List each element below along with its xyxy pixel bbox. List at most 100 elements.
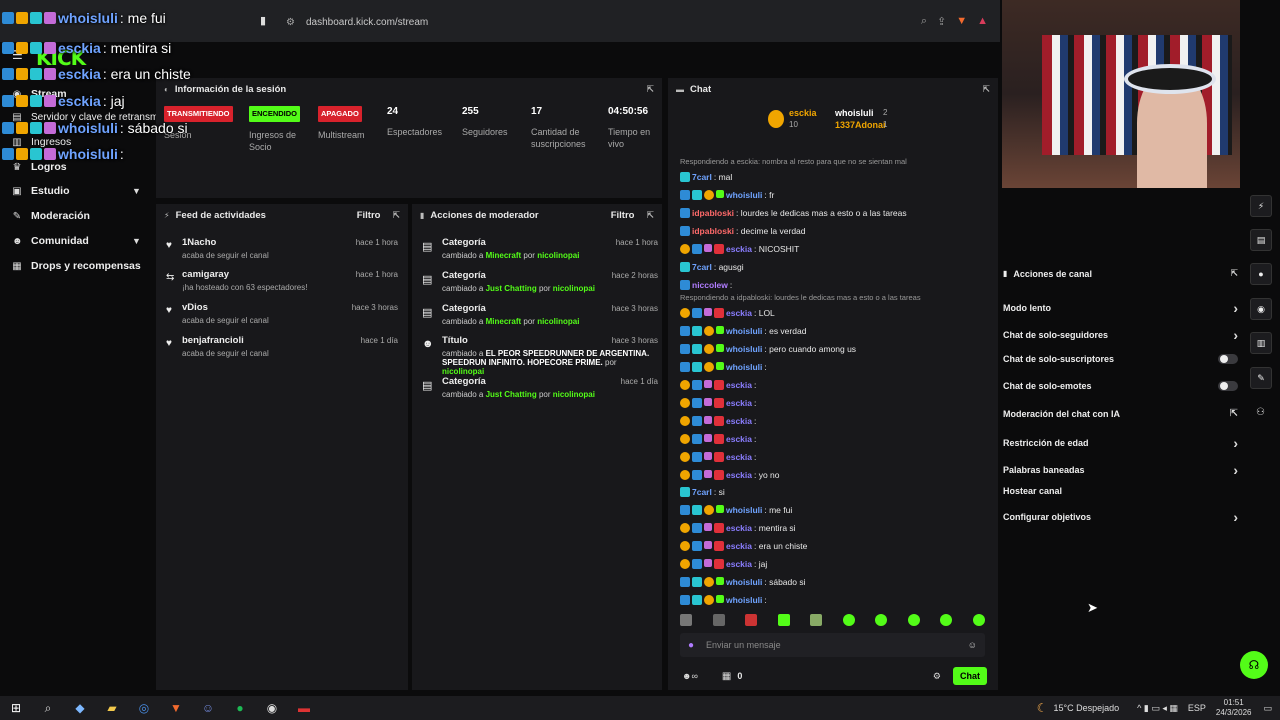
bookmark-icon[interactable]: ▮ [260,14,266,27]
chat-username[interactable]: whoisluli [726,595,762,605]
popout-icon[interactable]: ⇱ [392,210,400,221]
users-icon[interactable]: ☻∞ [682,671,698,681]
broadcast-icon[interactable]: ◉ [1250,298,1272,320]
chat-username[interactable]: idpabloski [692,226,734,236]
top-chatter-name[interactable]: whoisluli [835,108,874,118]
chat-username[interactable]: esckia [726,380,752,390]
chat-username[interactable]: 7carl [692,262,712,272]
document-icon[interactable]: ▤ [1250,229,1272,251]
sidebar-item-studio[interactable]: ▣ Estudio [12,185,69,197]
obs-icon[interactable]: ◉ [256,701,288,715]
channel-action-item[interactable]: Chat de solo-seguidores › [1003,327,1238,343]
address-bar[interactable]: ⚙ dashboard.kick.com/stream [278,10,998,34]
chat-username[interactable]: whoisluli [726,326,762,336]
emote-icon[interactable] [745,614,758,626]
sidebar-item-moderation[interactable]: ✎ Moderación [12,210,90,222]
sidebar-item-drops[interactable]: ▦ Drops y recompensas [12,260,140,272]
chat-username[interactable]: esckia [726,541,752,551]
lightning-icon[interactable]: ⚡ [1250,195,1272,217]
chevron-down-icon[interactable]: ▼ [132,186,141,196]
wrench-icon[interactable]: ✎ [1250,367,1272,389]
windows-start-icon[interactable]: ⊞ [0,701,32,715]
site-info-icon[interactable]: ⚙ [286,17,295,28]
users-icon[interactable]: ⚇ [1256,407,1265,418]
help-button[interactable]: ☊ [1240,651,1268,679]
discord-icon[interactable]: ☺ [192,701,224,715]
server-icon[interactable]: ▥ [1250,332,1272,354]
chrome-icon[interactable]: ◎ [128,701,160,715]
emote-icon[interactable] [875,614,888,626]
emote-icon[interactable] [842,614,855,626]
tray-icons[interactable]: ^ ▮ ▭ ◂ ▦ [1137,703,1178,714]
chat-username[interactable]: niccolew [692,280,728,290]
popout-icon[interactable]: ⇱ [1230,268,1238,279]
chat-username[interactable]: esckia [726,523,752,533]
chat-username[interactable]: whoisluli [726,577,762,587]
send-chat-button[interactable]: Chat [953,667,987,685]
host-icon: ⇆ [166,272,175,283]
popout-icon[interactable]: ⇱ [646,210,654,221]
chat-username[interactable]: 7carl [692,172,712,182]
emote-icon[interactable] [680,614,692,626]
notifications-icon[interactable]: ▭ [1263,703,1272,714]
chat-username[interactable]: esckia [726,244,752,254]
chat-username[interactable]: whoisluli [726,362,762,372]
top-chatter-name[interactable]: 1337Adonai [835,120,886,130]
settings-icon[interactable]: ⚙ [933,671,941,682]
mod-filter-button[interactable]: Filtro [611,210,635,221]
chevron-down-icon[interactable]: ▼ [132,236,141,246]
emote-icon[interactable] [712,614,725,626]
sidebar-item-community[interactable]: ☻ Comunidad [12,235,89,247]
copilot-icon[interactable]: ◆ [64,701,96,715]
chat-username[interactable]: esckia [726,308,752,318]
emote-icon[interactable] [810,614,823,626]
brave-shield-icon[interactable]: ▼ [956,15,967,28]
channel-action-item[interactable]: Chat de solo-suscriptores [1003,354,1238,364]
popout-icon[interactable]: ⇱ [646,84,654,95]
toggle-switch[interactable] [1218,381,1238,391]
channel-action-item[interactable]: Modo lento › [1003,300,1238,316]
channel-action-item[interactable]: Restricción de edad › [1003,435,1238,451]
popout-icon[interactable]: ⇱ [982,84,990,95]
chat-bubble-icon[interactable]: ● [1250,263,1272,285]
channel-action-item[interactable]: Configurar objetivos › [1003,509,1238,525]
search-icon[interactable]: ⌕ [32,701,64,716]
chat-username[interactable]: esckia [726,434,752,444]
emote-icon[interactable] [972,614,985,626]
sidebar-item-achievements[interactable]: ♛ Logros [12,161,67,173]
chat-username[interactable]: idpabloski [692,208,734,218]
chat-username[interactable]: whoisluli [726,344,762,354]
emote-picker-icon[interactable]: ☺ [968,640,977,650]
chat-username[interactable]: esckia [726,416,752,426]
chat-username[interactable]: esckia [726,398,752,408]
channel-action-item[interactable]: Chat de solo-emotes [1003,381,1238,391]
brave-icon[interactable]: ▼ [160,701,192,715]
chat-username[interactable]: whoisluli [726,190,762,200]
mic-icon[interactable]: ● [688,640,694,651]
spotify-icon[interactable]: ● [224,701,256,715]
toggle-switch[interactable] [1218,354,1238,364]
app-icon[interactable]: ▬ [288,701,320,715]
folder-icon[interactable]: ▰ [96,701,128,715]
share-icon[interactable]: ⇪ [937,15,946,28]
chat-username[interactable]: esckia [726,470,752,480]
chat-username[interactable]: esckia [726,559,752,569]
chat-username[interactable]: esckia [726,452,752,462]
chat-input[interactable]: ● Enviar un mensaje ☺ [680,633,985,657]
zoom-icon[interactable]: ⌕ [921,15,927,28]
channel-action-item[interactable]: Palabras baneadas › [1003,462,1238,478]
wrench-icon: ✎ [12,210,22,222]
emote-icon[interactable] [907,614,920,626]
rewards-icon[interactable]: ▲ [977,15,988,28]
gift-icon[interactable]: ▦ [722,671,731,682]
channel-action-item[interactable]: Hostear canal [1003,486,1238,496]
chat-username[interactable]: 7carl [692,487,712,497]
channel-action-item[interactable]: Moderación del chat con IA ⇱ [1003,408,1238,419]
emote-icon[interactable] [940,614,953,626]
emote-icon[interactable] [777,614,790,626]
clock[interactable]: 01:51 24/3/2026 [1216,698,1252,718]
language[interactable]: ESP [1188,703,1206,713]
top-chatter-name[interactable]: esckia [789,108,817,118]
chat-username[interactable]: whoisluli [726,505,762,515]
feed-filter-button[interactable]: Filtro [357,210,381,221]
